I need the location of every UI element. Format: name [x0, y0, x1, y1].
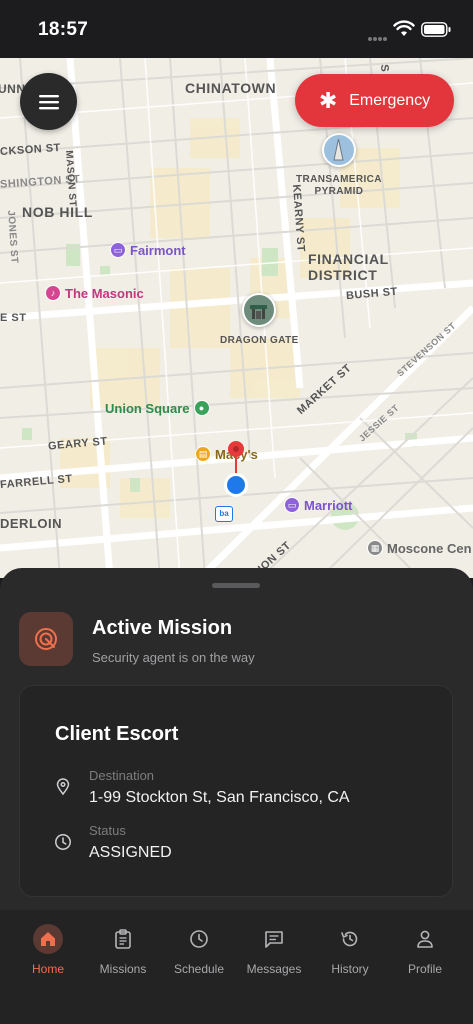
target-icon — [35, 628, 57, 650]
status-time: 18:57 — [38, 19, 89, 40]
tab-home[interactable]: Home — [10, 924, 86, 984]
district-label-financial-district: FINANCIAL DISTRICT — [308, 251, 389, 283]
status-label: Status — [89, 823, 126, 838]
mission-card[interactable]: Client Escort Destination 1-99 Stockton … — [19, 685, 453, 897]
menu-button[interactable] — [20, 73, 77, 130]
wifi-icon — [393, 20, 415, 36]
status-bar: 18:57 — [0, 0, 473, 58]
park-icon: ● — [193, 400, 210, 416]
mission-card-title: Client Escort — [55, 723, 179, 745]
tab-messages[interactable]: Messages — [236, 924, 312, 984]
status-value: ASSIGNED — [89, 844, 172, 861]
tab-profile[interactable]: Profile — [387, 924, 463, 984]
music-icon: ♪ — [45, 285, 61, 301]
district-label-chinatown: CHINATOWN — [185, 80, 277, 96]
destination-label: Destination — [89, 768, 155, 783]
mission-title: Active Mission — [92, 617, 233, 639]
user-location-icon — [224, 473, 248, 497]
landmark-label-transamerica: TRANSAMERICA PYRAMID — [296, 174, 382, 197]
battery-icon — [421, 22, 451, 37]
history-icon — [335, 924, 365, 954]
clock-icon — [184, 924, 214, 954]
hamburger-icon — [38, 94, 59, 109]
poi-marriott[interactable]: ▭ Marriott — [284, 497, 352, 513]
map-streets — [0, 58, 473, 578]
poi-union-square[interactable]: Union Square ● — [105, 400, 210, 416]
poi-the-masonic[interactable]: ♪ The Masonic — [45, 285, 144, 301]
tab-missions[interactable]: Missions — [85, 924, 161, 984]
mission-status-icon — [19, 612, 73, 666]
sheet-handle[interactable] — [212, 583, 260, 588]
street-label: S — [378, 64, 391, 73]
tab-bar: Home Missions Schedule Messages History … — [0, 910, 473, 1024]
street-label: E ST — [0, 312, 27, 324]
landmark-label-dragon-gate: DRAGON GATE — [220, 335, 299, 346]
hotel-icon: ▭ — [284, 497, 300, 513]
clipboard-icon — [108, 924, 138, 954]
emergency-button[interactable]: ✱ Emergency — [295, 74, 454, 127]
home-icon — [33, 924, 63, 954]
location-pin-icon — [56, 778, 70, 796]
district-label-nob-hill: NOB HILL — [22, 204, 93, 220]
clock-icon — [55, 834, 71, 850]
hotel-icon: ▭ — [110, 242, 126, 258]
signal-icon — [368, 28, 390, 41]
shopping-icon: ▤ — [195, 446, 211, 462]
poi-fairmont[interactable]: ▭ Fairmont — [110, 242, 186, 258]
map-view[interactable]: CHINATOWN NOB HILL FINANCIAL DISTRICT UN… — [0, 58, 473, 578]
building-icon: ▦ — [367, 540, 383, 556]
transit-icon: ba — [215, 506, 233, 522]
mission-subtitle: Security agent is on the way — [92, 650, 255, 665]
poi-moscone[interactable]: ▦ Moscone Cen — [367, 540, 472, 556]
street-label: DERLOIN — [0, 516, 62, 531]
asterisk-icon: ✱ — [318, 87, 338, 113]
transamerica-landmark-icon[interactable] — [322, 133, 356, 167]
destination-value: 1-99 Stockton St, San Francisco, CA — [89, 789, 350, 806]
tab-history[interactable]: History — [312, 924, 388, 984]
message-icon — [259, 924, 289, 954]
emergency-label: Emergency — [349, 91, 431, 109]
tab-schedule[interactable]: Schedule — [161, 924, 237, 984]
person-icon — [410, 924, 440, 954]
mission-sheet[interactable]: Active Mission Security agent is on the … — [0, 568, 473, 910]
dragon-gate-landmark-icon[interactable] — [242, 293, 276, 327]
